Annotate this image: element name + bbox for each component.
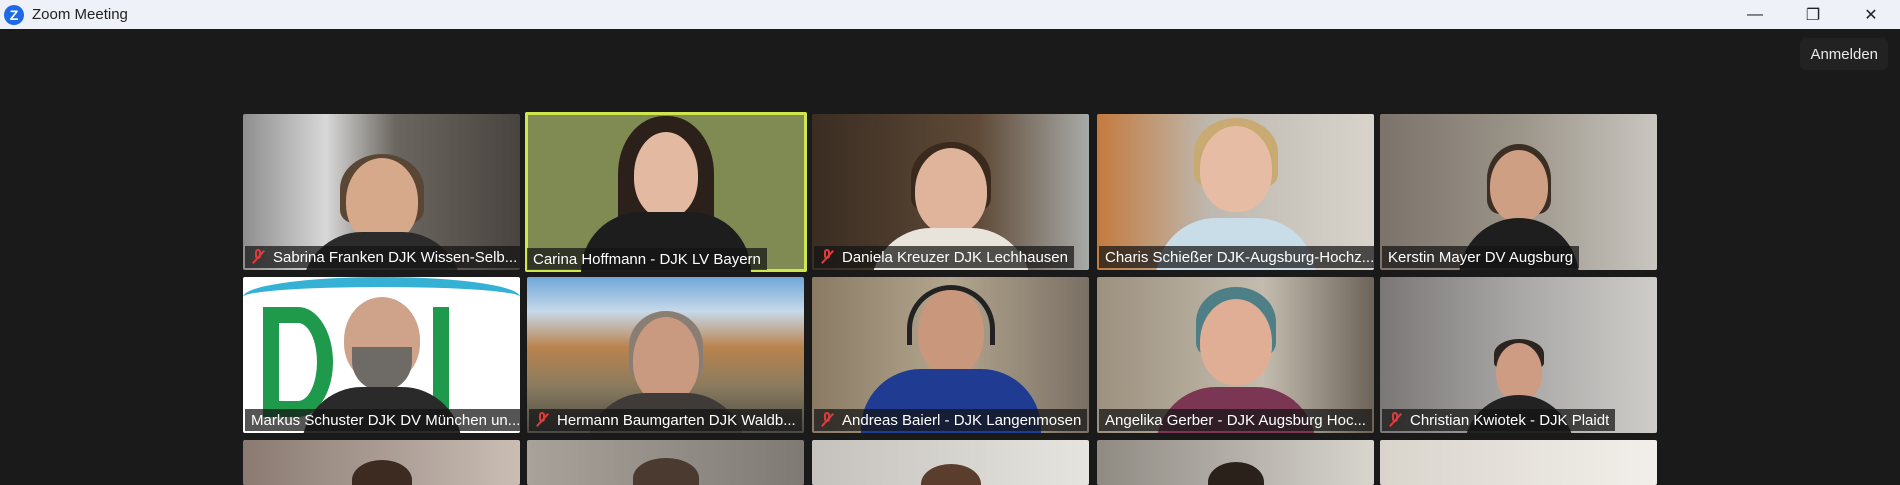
participant-name-tag: Carina Hoffmann - DJK LV Bayern xyxy=(527,248,767,270)
muted-mic-icon xyxy=(820,412,834,428)
window-controls: — ❐ ✕ xyxy=(1726,0,1900,29)
headset-icon xyxy=(906,285,995,345)
zoom-logo-icon: Z xyxy=(4,4,24,25)
video-tile[interactable] xyxy=(1380,440,1657,485)
video-tile[interactable]: Markus Schuster DJK DV München un... xyxy=(243,277,520,433)
video-tile[interactable] xyxy=(1097,440,1374,485)
sign-in-button[interactable]: Anmelden xyxy=(1800,38,1888,70)
participant-name-tag: Sabrina Franken DJK Wissen-Selb... xyxy=(245,246,520,268)
title-bar: Z Zoom Meeting — ❐ ✕ xyxy=(0,0,1900,29)
video-tile[interactable]: Christian Kwiotek - DJK Plaidt xyxy=(1380,277,1657,433)
video-tile[interactable]: Angelika Gerber - DJK Augsburg Hoc... xyxy=(1097,277,1374,433)
video-tile[interactable]: Sabrina Franken DJK Wissen-Selb... xyxy=(243,114,520,270)
participant-name-tag: Charis Schießer DJK-Augsburg-Hochz... xyxy=(1099,246,1374,268)
participant-name-tag: Angelika Gerber - DJK Augsburg Hoc... xyxy=(1099,409,1372,431)
video-tile[interactable]: Kerstin Mayer DV Augsburg xyxy=(1380,114,1657,270)
video-tile[interactable]: Daniela Kreuzer DJK Lechhausen xyxy=(812,114,1089,270)
video-tile[interactable]: Hermann Baumgarten DJK Waldb... xyxy=(527,277,804,433)
close-button[interactable]: ✕ xyxy=(1842,0,1900,29)
participant-name-tag: Kerstin Mayer DV Augsburg xyxy=(1382,246,1580,268)
participant-name-tag: Daniela Kreuzer DJK Lechhausen xyxy=(814,246,1074,268)
muted-mic-icon xyxy=(535,412,549,428)
video-tile[interactable] xyxy=(812,440,1089,485)
video-tile[interactable] xyxy=(527,440,804,485)
muted-mic-icon xyxy=(820,249,834,265)
window-title: Zoom Meeting xyxy=(32,6,128,23)
participant-name-tag: Hermann Baumgarten DJK Waldb... xyxy=(529,409,802,431)
video-tile[interactable] xyxy=(243,440,520,485)
muted-mic-icon xyxy=(251,249,265,265)
restore-button[interactable]: ❐ xyxy=(1784,0,1842,29)
participant-name-tag: Christian Kwiotek - DJK Plaidt xyxy=(1382,409,1616,431)
video-tile-active-speaker[interactable]: Carina Hoffmann - DJK LV Bayern xyxy=(525,112,807,272)
minimize-button[interactable]: — xyxy=(1726,0,1784,29)
participant-name-tag: Markus Schuster DJK DV München un... xyxy=(245,409,520,431)
video-tile[interactable]: Andreas Baierl - DJK Langenmosen xyxy=(812,277,1089,433)
participant-name-tag: Andreas Baierl - DJK Langenmosen xyxy=(814,409,1088,431)
video-tile[interactable]: Charis Schießer DJK-Augsburg-Hochz... xyxy=(1097,114,1374,270)
muted-mic-icon xyxy=(1388,412,1402,428)
